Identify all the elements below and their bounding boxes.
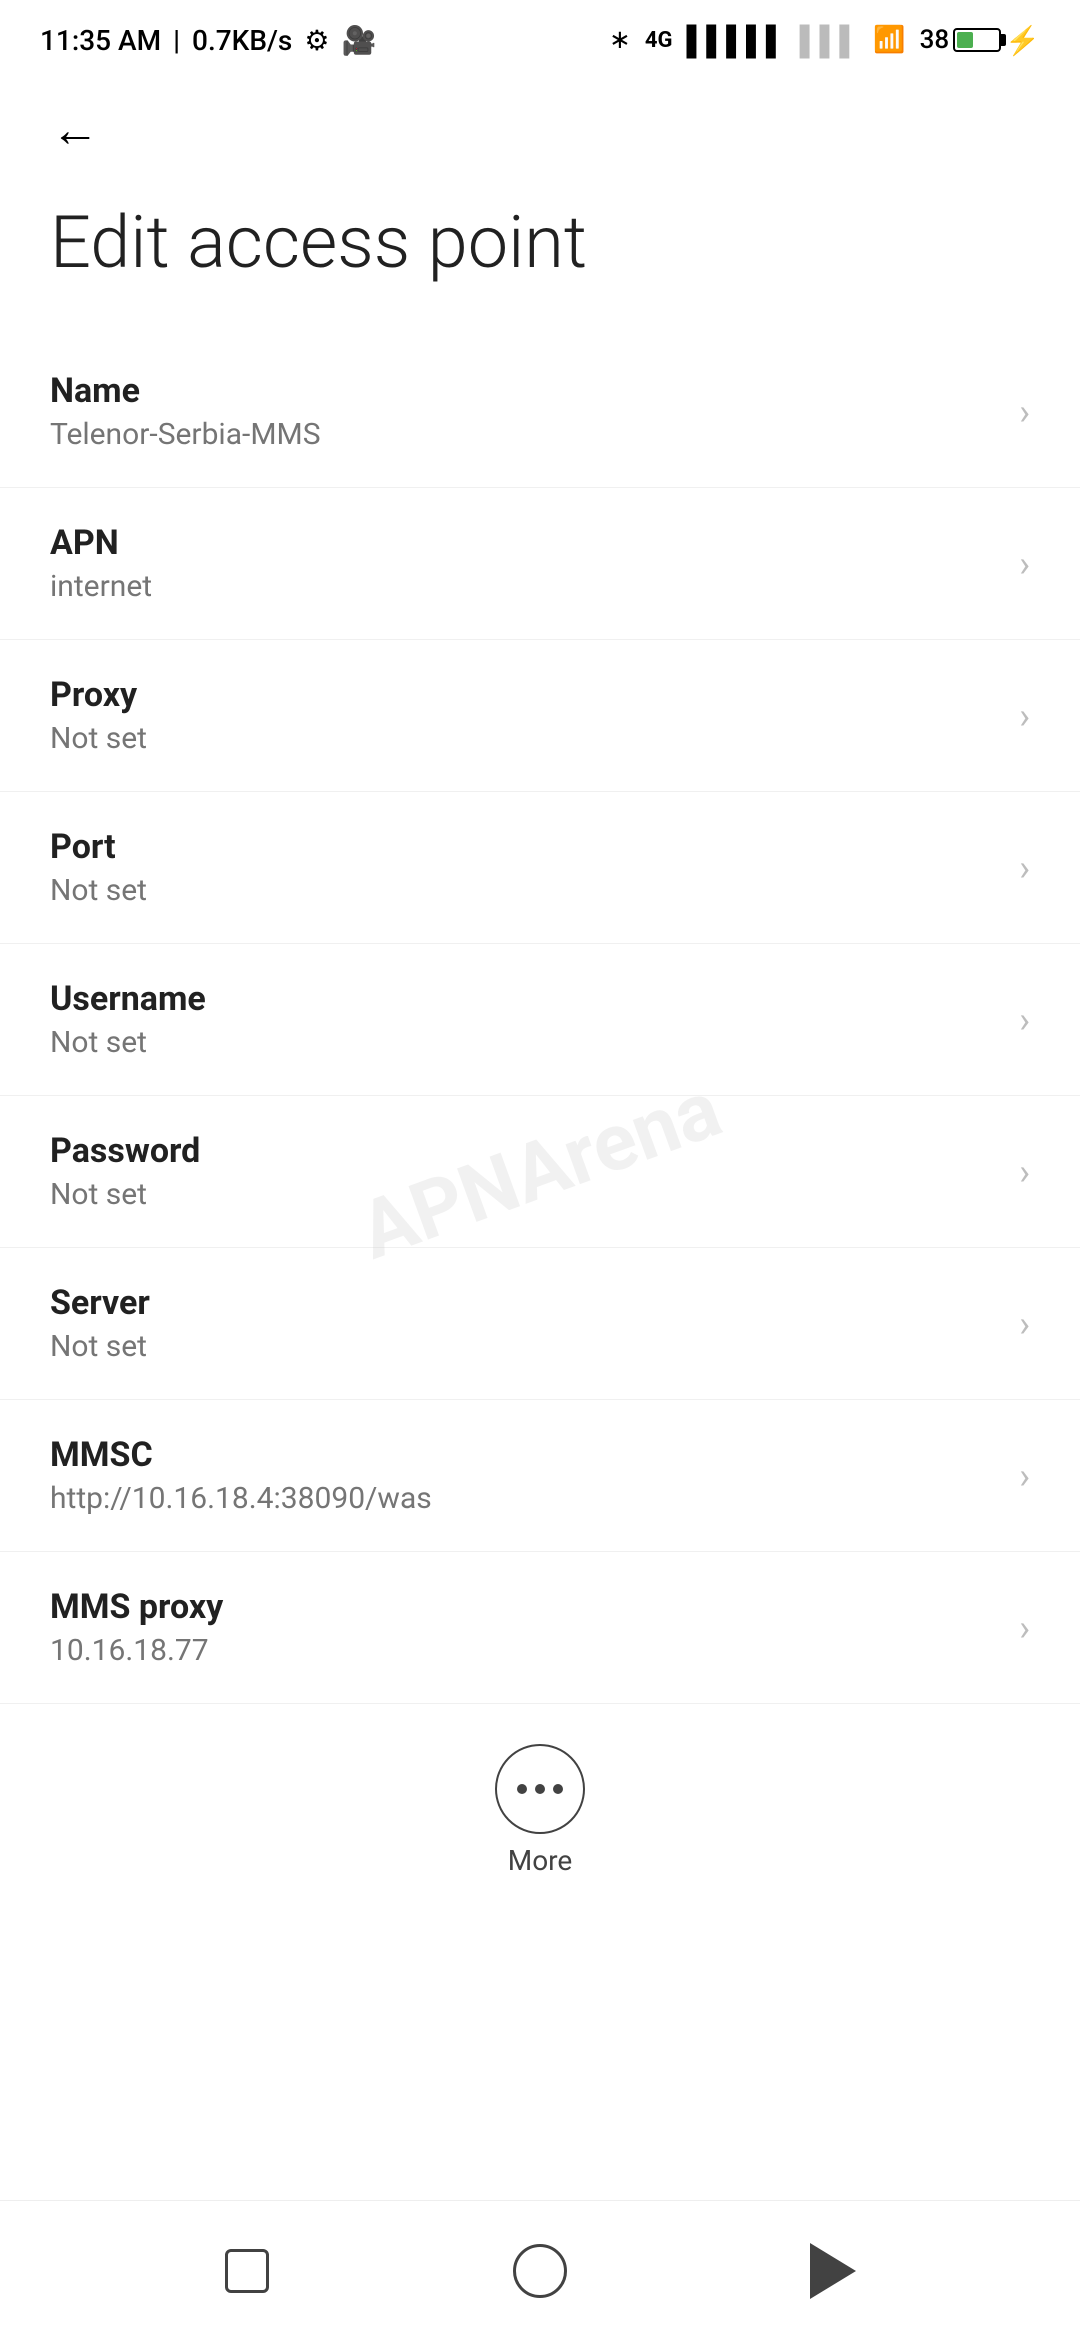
item-content-password: Password Not set [50,1131,999,1212]
nav-back-icon [810,2243,856,2299]
signal-icon: ▌▌▌▌▌ [686,24,785,57]
settings-icon: ⚙ [304,24,329,57]
nav-back-button[interactable] [793,2231,873,2311]
settings-item-mms-proxy[interactable]: MMS proxy 10.16.18.77 › [0,1552,1080,1704]
item-label-proxy: Proxy [50,675,999,715]
item-value-mmsc: http://10.16.18.4:38090/was [50,1481,999,1516]
toolbar: ← [0,80,1080,180]
dot-2 [535,1784,545,1794]
page-title-section: Edit access point [0,180,1080,336]
battery-percent: 38 [920,25,950,55]
item-label-password: Password [50,1131,999,1171]
item-content-username: Username Not set [50,979,999,1060]
dot-1 [517,1784,527,1794]
chevron-icon-server: › [1019,1303,1030,1345]
item-label-apn: APN [50,523,999,563]
item-content-name: Name Telenor-Serbia-MMS [50,371,999,452]
more-button[interactable]: More [495,1744,585,1877]
more-dots [517,1784,563,1794]
item-label-username: Username [50,979,999,1019]
status-right: ∗ 4G ▌▌▌▌▌ ▌▌▌ 📶 38 ⚡ [609,24,1040,57]
speed-display: 0.7KB/s [192,24,292,57]
more-label: More [508,1844,573,1877]
network-4g-icon: 4G [645,28,673,53]
item-value-username: Not set [50,1025,999,1060]
page-title: Edit access point [50,200,1030,286]
settings-item-mmsc[interactable]: MMSC http://10.16.18.4:38090/was › [0,1400,1080,1552]
item-content-mmsc: MMSC http://10.16.18.4:38090/was [50,1435,999,1516]
nav-recents-button[interactable] [207,2231,287,2311]
item-value-mms-proxy: 10.16.18.77 [50,1633,999,1668]
settings-item-server[interactable]: Server Not set › [0,1248,1080,1400]
item-value-password: Not set [50,1177,999,1212]
battery-box [953,28,1001,52]
item-label-port: Port [50,827,999,867]
item-value-port: Not set [50,873,999,908]
signal2-icon: ▌▌▌ [800,24,860,57]
chevron-icon-username: › [1019,999,1030,1041]
item-value-server: Not set [50,1329,999,1364]
charging-icon: ⚡ [1005,24,1040,57]
back-button[interactable]: ← [40,95,110,165]
battery-fill [957,32,973,48]
item-content-mms-proxy: MMS proxy 10.16.18.77 [50,1587,999,1668]
chevron-icon-proxy: › [1019,695,1030,737]
settings-item-apn[interactable]: APN internet › [0,488,1080,640]
chevron-icon-port: › [1019,847,1030,889]
item-label-server: Server [50,1283,999,1323]
item-content-port: Port Not set [50,827,999,908]
nav-bar [0,2200,1080,2340]
item-label-mmsc: MMSC [50,1435,999,1475]
more-section: More [0,1704,1080,1907]
chevron-icon-name: › [1019,391,1030,433]
item-value-name: Telenor-Serbia-MMS [50,417,999,452]
nav-home-icon [513,2244,567,2298]
wifi-icon: 📶 [873,25,905,55]
item-content-proxy: Proxy Not set [50,675,999,756]
separator: | [173,24,180,57]
status-bar: 11:35 AM | 0.7KB/s ⚙ 🎥 ∗ 4G ▌▌▌▌▌ ▌▌▌ 📶 … [0,0,1080,80]
nav-home-button[interactable] [500,2231,580,2311]
chevron-icon-mms-proxy: › [1019,1607,1030,1649]
dot-3 [553,1784,563,1794]
status-left: 11:35 AM | 0.7KB/s ⚙ 🎥 [40,24,376,57]
item-value-apn: internet [50,569,999,604]
camera-icon: 🎥 [341,24,376,57]
settings-item-username[interactable]: Username Not set › [0,944,1080,1096]
chevron-icon-mmsc: › [1019,1455,1030,1497]
back-arrow-icon: ← [51,106,99,154]
battery-indicator: 38 ⚡ [920,24,1040,57]
nav-recents-icon [225,2249,269,2293]
more-circle [495,1744,585,1834]
item-label-mms-proxy: MMS proxy [50,1587,999,1627]
chevron-icon-password: › [1019,1151,1030,1193]
settings-item-name[interactable]: Name Telenor-Serbia-MMS › [0,336,1080,488]
item-content-server: Server Not set [50,1283,999,1364]
settings-item-password[interactable]: Password Not set › [0,1096,1080,1248]
item-value-proxy: Not set [50,721,999,756]
item-content-apn: APN internet [50,523,999,604]
bluetooth-icon: ∗ [609,25,631,55]
settings-item-port[interactable]: Port Not set › [0,792,1080,944]
settings-list: Name Telenor-Serbia-MMS › APN internet ›… [0,336,1080,1704]
time-display: 11:35 AM [40,24,161,57]
chevron-icon-apn: › [1019,543,1030,585]
item-label-name: Name [50,371,999,411]
settings-item-proxy[interactable]: Proxy Not set › [0,640,1080,792]
